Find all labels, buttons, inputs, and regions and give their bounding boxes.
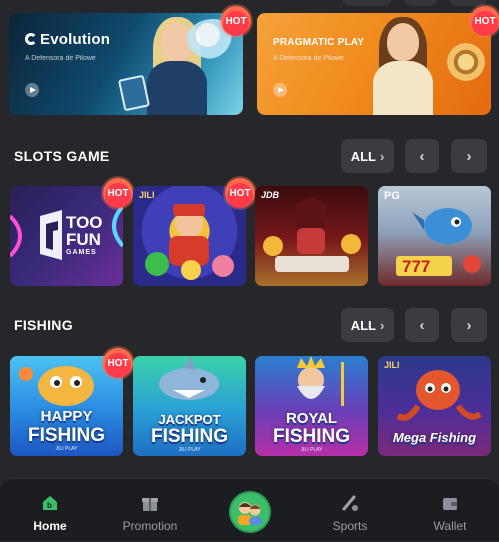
play-icon[interactable] bbox=[273, 83, 287, 97]
banner-model-image bbox=[357, 17, 449, 115]
nav-home[interactable]: b Home bbox=[24, 479, 76, 542]
slot-tile-pg[interactable]: PG 777 bbox=[378, 186, 491, 286]
chevron-left-icon: ‹ bbox=[419, 316, 425, 334]
nav-label: Sports bbox=[332, 519, 368, 533]
fishing-tile-royal[interactable]: ROYAL FISHING JILI PLAY bbox=[255, 356, 368, 456]
wallet-icon bbox=[440, 493, 460, 513]
tile-title-line2: FISHING bbox=[272, 426, 351, 447]
provider-logo: JILI bbox=[384, 360, 400, 370]
svg-text:777: 777 bbox=[402, 257, 430, 276]
tile-title-line1: ROYAL bbox=[285, 410, 338, 427]
chevron-right-icon: › bbox=[466, 147, 472, 165]
tile-title-line1: JACKPOT bbox=[158, 412, 221, 427]
section-title-slots: SLOTS GAME bbox=[14, 148, 110, 164]
provider-logo: JILI bbox=[139, 190, 155, 200]
tile-title-line1: Mega Fishing bbox=[392, 430, 477, 445]
slots-prev-button[interactable]: ‹ bbox=[405, 139, 439, 173]
hot-badge: HOT bbox=[225, 178, 255, 208]
nav-label: Promotion bbox=[122, 519, 178, 533]
evolution-logo-icon bbox=[25, 33, 37, 45]
sports-icon bbox=[340, 493, 360, 513]
slots-next-button[interactable]: › bbox=[451, 139, 487, 173]
partial-top-button[interactable] bbox=[404, 0, 438, 6]
banner-brand: PRAGMATIC PLAY bbox=[273, 37, 365, 48]
fishing-tile-jackpot[interactable]: JACKPOT FISHING JILI PLAY bbox=[133, 356, 246, 456]
nav-label: Wallet bbox=[433, 519, 467, 533]
partial-top-button[interactable] bbox=[342, 0, 392, 6]
home-icon: b bbox=[40, 493, 60, 513]
evolution-banner[interactable]: Evolution A Defensora de Pilowe bbox=[9, 13, 243, 115]
fishing-prev-button[interactable]: ‹ bbox=[405, 308, 439, 342]
banner-subtitle: A Defensora de Pilowe bbox=[25, 55, 96, 62]
chevron-right-icon: › bbox=[379, 317, 385, 333]
avatar-icon bbox=[238, 502, 262, 525]
nav-promotion[interactable]: Promotion bbox=[112, 479, 188, 542]
slots-all-button[interactable]: ALL › bbox=[341, 139, 394, 173]
play-icon[interactable] bbox=[25, 83, 39, 97]
roulette-decoration bbox=[447, 43, 485, 81]
tile-provider: JILI PLAY bbox=[55, 446, 78, 452]
tile-provider: JILI PLAY bbox=[300, 447, 323, 453]
banner-subtitle: A Defensora de Pilowe bbox=[273, 55, 344, 62]
slot-tile-jdb[interactable]: JDB bbox=[255, 186, 368, 286]
svg-text:b: b bbox=[47, 501, 52, 510]
tile-title-line2: FISHING bbox=[27, 425, 106, 446]
nav-label: Home bbox=[33, 519, 67, 533]
partial-top-button[interactable] bbox=[449, 0, 487, 6]
chevron-right-icon: › bbox=[466, 316, 472, 334]
tile-provider: JILI PLAY bbox=[178, 447, 201, 453]
hot-badge: HOT bbox=[103, 178, 133, 208]
chevron-left-icon: ‹ bbox=[419, 147, 425, 165]
bottom-nav: b Home Promotion Sports Wallet bbox=[0, 478, 499, 541]
section-title-fishing: FISHING bbox=[14, 317, 73, 333]
too-fun-text: TOO FUN GAMES bbox=[66, 213, 103, 256]
tile-title-line2: FISHING bbox=[150, 426, 229, 447]
provider-logo: JDB bbox=[261, 190, 280, 200]
banner-brand: Evolution bbox=[25, 31, 110, 48]
fishing-next-button[interactable]: › bbox=[451, 308, 487, 342]
jdb-game-image bbox=[263, 198, 361, 272]
nav-center-avatar-button[interactable] bbox=[229, 491, 271, 533]
hot-badge: HOT bbox=[221, 6, 251, 36]
fishing-all-button[interactable]: ALL › bbox=[341, 308, 394, 342]
provider-logo: PG bbox=[384, 190, 400, 202]
all-label: ALL bbox=[350, 148, 376, 164]
tile-title-line1: HAPPY bbox=[40, 408, 93, 425]
hot-badge: HOT bbox=[470, 6, 499, 36]
fishing-tile-mega[interactable]: JILI Mega Fishing bbox=[378, 356, 491, 456]
hot-badge: HOT bbox=[103, 348, 133, 378]
nav-sports[interactable]: Sports bbox=[322, 479, 378, 542]
all-label: ALL bbox=[350, 317, 376, 333]
chevron-right-icon: › bbox=[379, 148, 385, 164]
nav-wallet[interactable]: Wallet bbox=[422, 479, 478, 542]
pragmatic-play-banner[interactable]: PRAGMATIC PLAY A Defensora de Pilowe bbox=[257, 13, 491, 115]
gift-icon bbox=[140, 493, 160, 513]
